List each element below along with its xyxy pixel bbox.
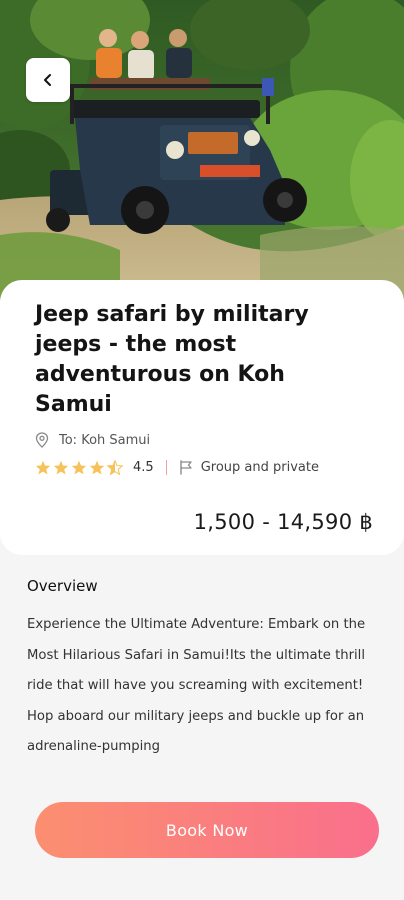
location-row: To: Koh Samui: [35, 432, 150, 448]
book-now-button[interactable]: Book Now: [35, 802, 379, 858]
map-pin-icon: [35, 432, 49, 448]
meta-row: 4.5 Group and private: [35, 460, 319, 475]
star-half-icon: [107, 460, 123, 475]
star-icon: [71, 460, 87, 475]
meta-divider: [165, 460, 167, 475]
tour-type-label: Group and private: [200, 460, 319, 475]
star-icon: [35, 460, 51, 475]
rating-value: 4.5: [133, 460, 154, 475]
chevron-left-icon: [44, 74, 51, 86]
overview-heading: Overview: [27, 577, 98, 595]
location-label: To: Koh Samui: [59, 432, 151, 448]
flag-icon: [179, 460, 192, 475]
star-icon: [53, 460, 69, 475]
back-button[interactable]: [26, 58, 70, 102]
hero-image: [0, 0, 404, 300]
star-icon: [89, 460, 105, 475]
price-range: 1,500 - 14,590 ฿: [193, 510, 373, 534]
overview-text: Experience the Ultimate Adventure: Embar…: [27, 617, 366, 754]
tour-title: Jeep safari by military jeeps - the most…: [35, 302, 309, 417]
rating-stars: [35, 460, 125, 475]
tour-type: Group and private: [179, 460, 319, 475]
